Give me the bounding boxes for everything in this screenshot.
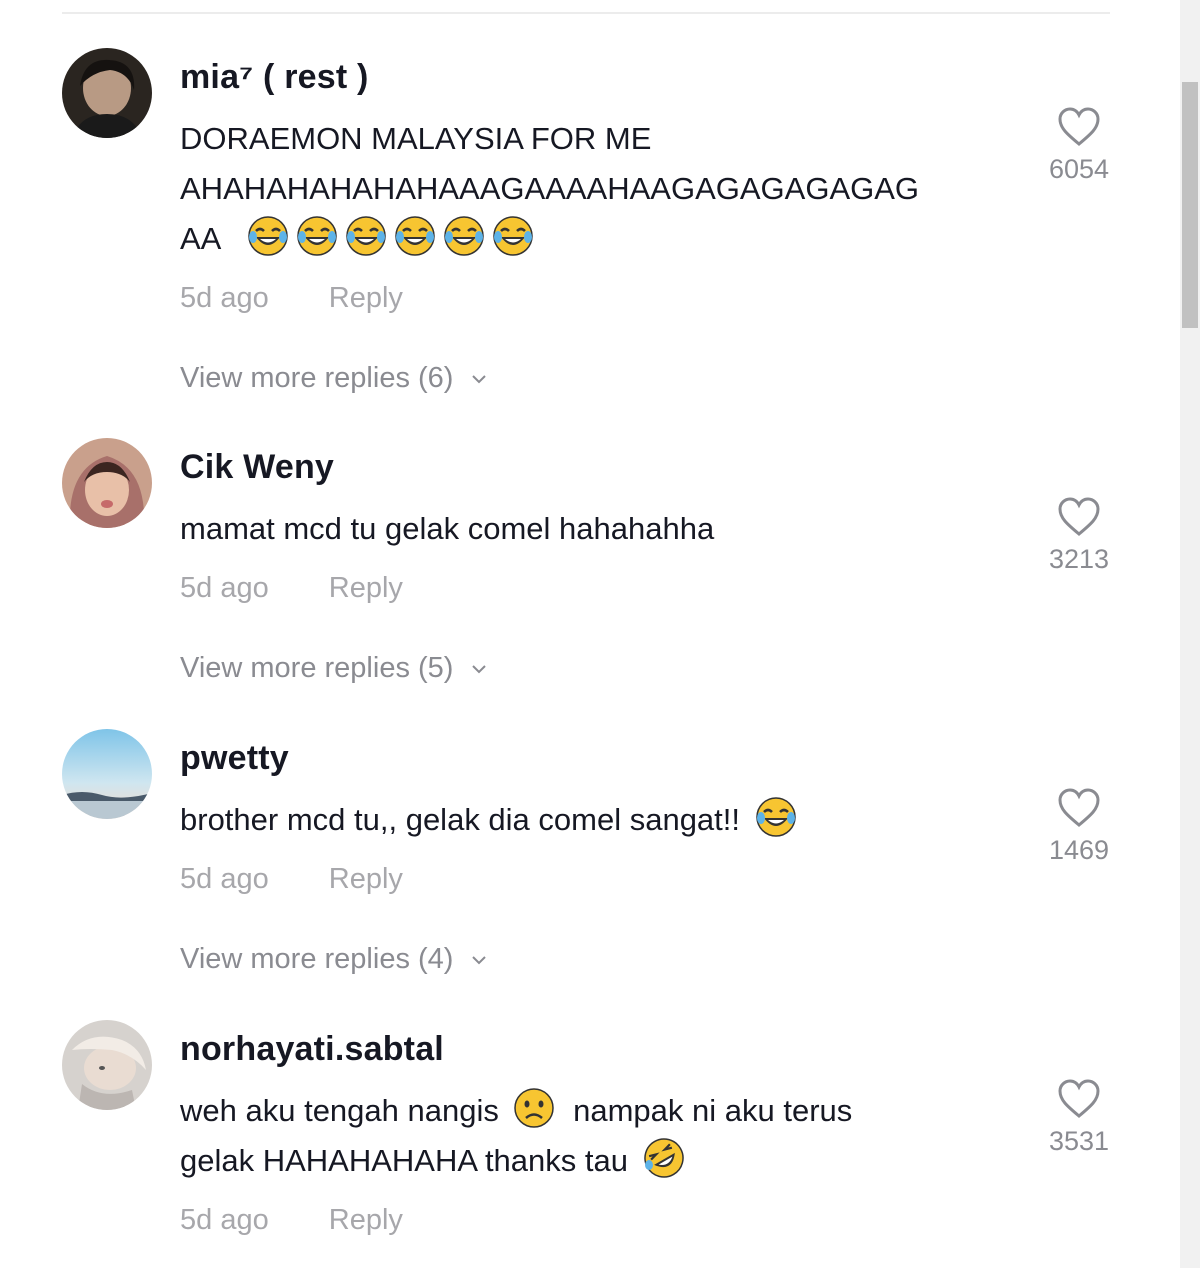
comment-text-line: brother mcd tu,, gelak dia comel sangat!…: [180, 795, 1020, 845]
scrollbar-thumb[interactable]: [1182, 82, 1198, 328]
reply-button[interactable]: Reply: [329, 863, 403, 895]
comment-username[interactable]: norhayati.sabtal: [180, 1030, 444, 1069]
reply-button[interactable]: Reply: [329, 282, 403, 314]
like-button[interactable]: 6054: [1040, 106, 1118, 185]
view-more-replies-label: View more replies (5): [180, 652, 454, 684]
like-count: 6054: [1048, 154, 1110, 184]
comment-username[interactable]: Cik Weny: [180, 448, 334, 487]
comment-timestamp: 5d ago: [180, 282, 269, 314]
tears-of-joy-emoji: [248, 216, 288, 256]
comment-text-line: gelak HAHAHAHAHA thanks tau: [180, 1136, 1020, 1186]
tears-of-joy-emoji: [395, 216, 435, 256]
like-button[interactable]: 3531: [1040, 1078, 1118, 1157]
view-more-replies-button[interactable]: View more replies (5): [180, 652, 489, 685]
like-count: 3531: [1048, 1126, 1110, 1156]
tears-of-joy-emoji: [755, 797, 796, 837]
avatar[interactable]: [62, 1020, 152, 1110]
comment-text-segment: nampak ni aku terus: [573, 1093, 853, 1128]
comment-meta: 5d ago Reply: [180, 572, 403, 605]
comment-text: brother mcd tu,, gelak dia comel sangat!…: [180, 795, 1020, 845]
scrollbar-track[interactable]: [1180, 0, 1200, 1268]
view-more-replies-button[interactable]: View more replies (4): [180, 943, 489, 976]
comment-text-line: weh aku tengah nangis nampak ni aku teru…: [180, 1086, 1020, 1136]
tears-of-joy-emoji: [346, 216, 386, 256]
rolling-on-floor-laughing-emoji: [643, 1138, 684, 1178]
comment-username[interactable]: pwetty: [180, 739, 289, 778]
heart-icon: [1058, 788, 1100, 827]
comment-text-line: AHAHAHAHAHAHAAAGAAAAHAAGAGAGAGAGAG: [180, 171, 920, 206]
like-button[interactable]: 3213: [1040, 496, 1118, 575]
frowning-face-emoji: [514, 1088, 555, 1128]
avatar[interactable]: [62, 438, 152, 528]
tears-of-joy-emoji: [297, 216, 337, 256]
heart-icon: [1058, 497, 1100, 536]
like-count: 3213: [1048, 544, 1110, 574]
comment-list: mia⁷ ( rest ) DORAEMON MALAYSIA FOR ME A…: [0, 0, 1200, 1268]
comment-meta: 5d ago Reply: [180, 1204, 403, 1237]
comment-text: DORAEMON MALAYSIA FOR ME AHAHAHAHAHAHAAA…: [180, 114, 1020, 264]
comment-text: mamat mcd tu gelak comel hahahahha: [180, 504, 1020, 554]
tears-of-joy-emoji: [493, 216, 533, 256]
like-button[interactable]: 1469: [1040, 787, 1118, 866]
avatar[interactable]: [62, 48, 152, 138]
comment-timestamp: 5d ago: [180, 863, 269, 895]
reply-button[interactable]: Reply: [329, 1204, 403, 1236]
heart-icon: [1058, 1079, 1100, 1118]
heart-icon: [1058, 107, 1100, 146]
top-divider: [62, 12, 1110, 14]
comment-text-segment: AA: [180, 221, 220, 256]
view-more-replies-label: View more replies (6): [180, 362, 454, 394]
comment-text-segment: brother mcd tu,, gelak dia comel sangat!…: [180, 802, 741, 837]
comment-text: weh aku tengah nangis nampak ni aku teru…: [180, 1086, 1020, 1186]
reply-button[interactable]: Reply: [329, 572, 403, 604]
comment-meta: 5d ago Reply: [180, 863, 403, 896]
comment-text-segment: weh aku tengah nangis: [180, 1093, 499, 1128]
chevron-down-icon: [472, 956, 487, 965]
chevron-down-icon: [472, 375, 487, 384]
chevron-down-icon: [472, 665, 487, 674]
view-more-replies-label: View more replies (4): [180, 943, 454, 975]
view-more-replies-button[interactable]: View more replies (6): [180, 362, 489, 395]
comment-meta: 5d ago Reply: [180, 282, 403, 315]
comment-text-line: mamat mcd tu gelak comel hahahahha: [180, 511, 715, 546]
like-count: 1469: [1048, 835, 1110, 865]
comment-timestamp: 5d ago: [180, 1204, 269, 1236]
comment-text-line: DORAEMON MALAYSIA FOR ME: [180, 121, 652, 156]
comment-text-line: AA: [180, 214, 1020, 264]
avatar[interactable]: [62, 729, 152, 819]
tears-of-joy-emoji: [444, 216, 484, 256]
comment-text-segment: gelak HAHAHAHAHA thanks tau: [180, 1143, 628, 1178]
comment-username[interactable]: mia⁷ ( rest ): [180, 58, 369, 97]
comment-timestamp: 5d ago: [180, 572, 269, 604]
